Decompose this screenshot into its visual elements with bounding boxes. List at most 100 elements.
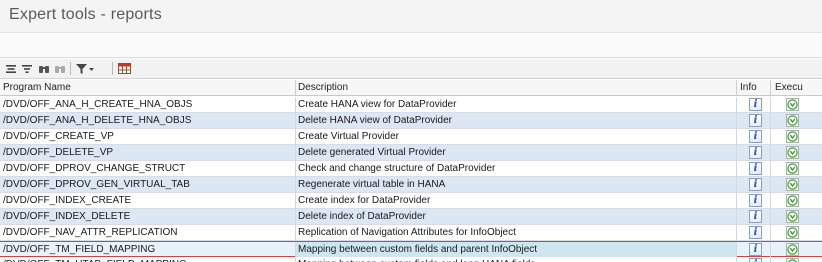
description-text: Replication of Navigation Attributes for… — [298, 227, 516, 238]
execute-button[interactable] — [786, 243, 799, 256]
execute-icon — [787, 227, 798, 238]
info-button[interactable]: i — [749, 146, 762, 159]
cell-divider — [770, 242, 771, 257]
table-header: Program Name Description Info Execu — [0, 80, 822, 96]
table-row[interactable]: /DVD/OFF_DPROV_CHANGE_STRUCT Check and ch… — [0, 161, 822, 177]
info-icon: i — [753, 114, 758, 126]
table-row[interactable]: /DVD/OFF_CREATE_VP Create Virtual Provide… — [0, 129, 822, 145]
execute-button[interactable] — [786, 210, 799, 223]
table-row[interactable]: /DVD/OFF_ANA_H_DELETE_HNA_OBJS Delete HAN… — [0, 113, 822, 129]
table-row[interactable]: /DVD/OFF_TM_FIELD_MAPPING Mapping between… — [0, 241, 822, 257]
column-divider — [295, 80, 296, 96]
cell-divider — [295, 257, 296, 262]
info-icon: i — [753, 178, 758, 190]
info-button[interactable]: i — [749, 210, 762, 223]
program-name-cell[interactable]: /DVD/OFF_TM_FIELD_MAPPING — [3, 244, 155, 255]
column-header-info[interactable]: Info — [740, 82, 757, 93]
program-name-cell[interactable]: /DVD/OFF_ANA_H_DELETE_HNA_OBJS — [3, 115, 191, 126]
program-name-cell[interactable]: /DVD/OFF_ANA_H_CREATE_HNA_OBJS — [3, 99, 192, 110]
info-button[interactable]: i — [749, 178, 762, 191]
column-header-program[interactable]: Program Name — [3, 82, 71, 93]
program-name-cell[interactable]: /DVD/OFF_INDEX_CREATE — [3, 195, 131, 206]
description-text: Delete HANA view of DataProvider — [298, 115, 452, 126]
info-button[interactable]: i — [749, 98, 762, 111]
info-icon: i — [753, 210, 758, 222]
execute-button[interactable] — [786, 162, 799, 175]
program-name-cell[interactable]: /DVD/OFF_CREATE_VP — [3, 131, 114, 142]
page-title: Expert tools - reports — [9, 6, 162, 23]
description-text: Delete generated Virtual Provider — [298, 147, 446, 158]
execute-icon — [787, 147, 798, 158]
table-row[interactable]: /DVD/OFF_INDEX_DELETE Delete index of Dat… — [0, 209, 822, 225]
program-name-cell[interactable]: /DVD/OFF_DELETE_VP — [3, 147, 113, 158]
info-button[interactable]: i — [749, 258, 762, 262]
execute-button[interactable] — [786, 146, 799, 159]
cell-divider — [736, 161, 737, 176]
cell-divider — [770, 225, 771, 240]
description-text: Mapping between custom fields and parent… — [298, 244, 538, 255]
cell-divider — [736, 257, 737, 262]
info-button[interactable]: i — [749, 243, 762, 256]
cell-divider — [736, 145, 737, 160]
table-row[interactable]: /DVD/OFF_INDEX_CREATE Create index for Da… — [0, 193, 822, 209]
layout-grid-icon[interactable] — [116, 61, 132, 76]
table-row[interactable]: /DVD/OFF_DELETE_VP Delete generated Virtu… — [0, 145, 822, 161]
execute-button[interactable] — [786, 194, 799, 207]
execute-icon — [787, 244, 798, 255]
find-icon[interactable] — [37, 61, 51, 76]
table-row[interactable]: /DVD/OFF_DPROV_GEN_VIRTUAL_TAB Regenerate… — [0, 177, 822, 193]
table-row[interactable]: /DVD/OFF_TM_HTAB_FIELD_MAPPINGMapping be… — [0, 257, 822, 262]
info-button[interactable]: i — [749, 162, 762, 175]
info-button[interactable]: i — [749, 194, 762, 207]
cell-divider — [295, 193, 296, 208]
title-bar: Expert tools - reports — [0, 0, 822, 33]
cell-divider — [770, 145, 771, 160]
info-button[interactable]: i — [749, 130, 762, 143]
program-name-cell[interactable]: /DVD/OFF_NAV_ATTR_REPLICATION — [3, 227, 177, 238]
cell-divider — [770, 209, 771, 224]
find-next-icon[interactable] — [53, 61, 67, 76]
info-button[interactable]: i — [749, 226, 762, 239]
cell-divider — [770, 113, 771, 128]
application-toolbar — [0, 33, 822, 58]
column-divider — [736, 80, 737, 96]
execute-button[interactable] — [786, 130, 799, 143]
column-divider — [770, 80, 771, 96]
filter-icon[interactable] — [74, 61, 96, 76]
toolbar-separator — [112, 62, 113, 75]
execute-button[interactable] — [786, 114, 799, 127]
info-icon: i — [753, 226, 758, 238]
info-button[interactable]: i — [749, 114, 762, 127]
description-text: Delete index of DataProvider — [298, 211, 426, 222]
program-name-cell[interactable]: /DVD/OFF_INDEX_DELETE — [3, 211, 130, 222]
cell-divider — [736, 242, 737, 257]
cell-divider — [770, 97, 771, 112]
program-name-cell[interactable]: /DVD/OFF_DPROV_GEN_VIRTUAL_TAB — [3, 179, 190, 190]
cell-divider — [736, 129, 737, 144]
sort-ascending-icon[interactable] — [4, 61, 18, 76]
execute-button[interactable] — [786, 258, 799, 262]
cell-divider — [736, 97, 737, 112]
cell-divider — [736, 113, 737, 128]
program-name-cell[interactable]: /DVD/OFF_DPROV_CHANGE_STRUCT — [3, 163, 185, 174]
execute-icon — [787, 211, 798, 222]
column-header-description[interactable]: Description — [298, 82, 348, 93]
cell-divider — [770, 129, 771, 144]
info-icon: i — [753, 146, 758, 158]
execute-button[interactable] — [786, 98, 799, 111]
table-row[interactable]: /DVD/OFF_NAV_ATTR_REPLICATION Replication… — [0, 225, 822, 241]
column-header-execute[interactable]: Execu — [775, 82, 803, 93]
execute-button[interactable] — [786, 226, 799, 239]
cell-divider — [736, 193, 737, 208]
toolbar-separator — [70, 62, 71, 75]
cell-divider — [770, 161, 771, 176]
sort-descending-icon[interactable] — [20, 61, 34, 76]
cell-divider — [295, 113, 296, 128]
cell-divider — [295, 209, 296, 224]
table-row[interactable]: /DVD/OFF_ANA_H_CREATE_HNA_OBJS Create HAN… — [0, 97, 822, 113]
info-icon: i — [753, 98, 758, 110]
execute-icon — [787, 99, 798, 110]
description-text: Create HANA view for DataProvider — [298, 99, 457, 110]
execute-button[interactable] — [786, 178, 799, 191]
cell-divider — [770, 257, 771, 262]
